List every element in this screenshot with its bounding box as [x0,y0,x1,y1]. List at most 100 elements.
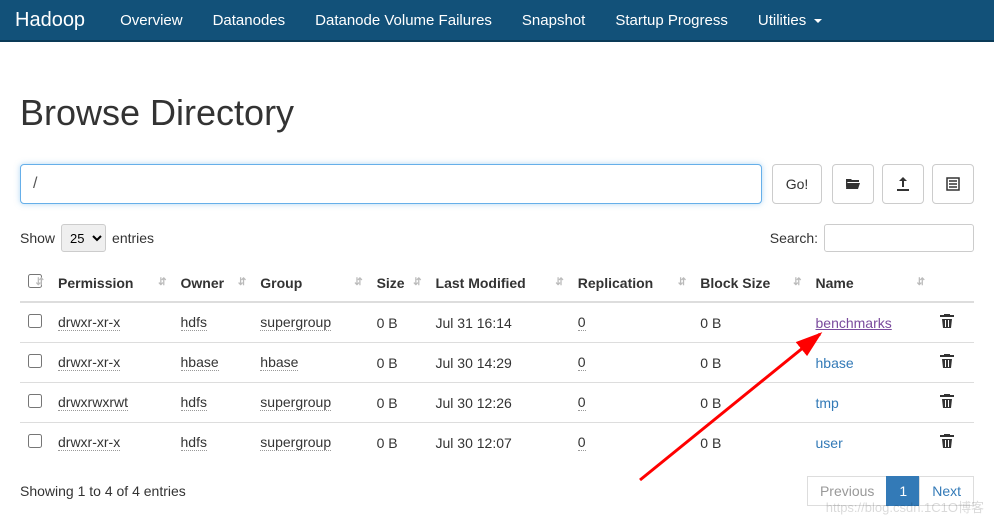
nav-label: Snapshot [522,12,585,29]
name-link[interactable]: benchmarks [816,315,892,331]
permission-cell: drwxr-xr-x [58,314,120,331]
page-title: Browse Directory [20,92,974,134]
name-link[interactable]: hbase [816,355,854,371]
nav-label: Datanode Volume Failures [315,12,492,29]
sort-icon: ⇵ [413,280,421,286]
name-link[interactable]: tmp [816,395,839,411]
watermark: https://blog.csdn.1C1O博客 [826,497,984,516]
chevron-down-icon [814,19,822,23]
table-row: drwxr-xr-x hdfs supergroup 0 B Jul 31 16… [20,302,974,343]
table-row: drwxr-xr-x hbase hbase 0 B Jul 30 14:29 … [20,343,974,383]
upload-button[interactable] [882,164,924,204]
nav-snapshot[interactable]: Snapshot [507,1,600,40]
permission-cell: drwxr-xr-x [58,354,120,371]
nav-utilities[interactable]: Utilities [743,1,838,40]
trash-icon [939,433,955,449]
owner-cell: hdfs [181,434,207,451]
nav-label: Overview [120,12,183,29]
trash-icon [939,313,955,329]
sort-icon: ⇵ [354,280,362,286]
group-cell: supergroup [260,434,331,451]
replication-cell: 0 [578,434,586,451]
size-cell: 0 B [369,343,428,383]
table-controls: Show 25 entries Search: [20,224,974,252]
sort-icon: ⇵ [238,280,246,286]
sort-icon: ⇵ [793,280,801,286]
show-label: Show [20,230,55,246]
size-cell: 0 B [369,423,428,463]
row-checkbox[interactable] [28,394,42,408]
table-info: Showing 1 to 4 of 4 entries [20,483,186,499]
permission-cell: drwxr-xr-x [58,434,120,451]
new-dir-button[interactable] [932,164,974,204]
owner-cell: hdfs [181,394,207,411]
col-modified[interactable]: Last Modified⇵ [428,264,570,302]
search-label: Search: [770,230,818,246]
navbar-brand[interactable]: Hadoop [15,9,85,32]
list-icon [945,176,961,192]
blocksize-cell: 0 B [692,343,807,383]
sort-icon: ⇵ [917,280,925,286]
navbar: Hadoop Overview Datanodes Datanode Volum… [0,0,994,42]
upload-icon [895,176,911,192]
nav-label: Datanodes [213,12,286,29]
owner-cell: hbase [181,354,219,371]
modified-cell: Jul 30 14:29 [428,343,570,383]
trash-icon [939,353,955,369]
show-entries: Show 25 entries [20,224,154,252]
col-group[interactable]: Group⇵ [252,264,368,302]
navbar-menu: Overview Datanodes Datanode Volume Failu… [105,1,837,40]
group-cell: supergroup [260,314,331,331]
delete-button[interactable] [939,316,955,332]
col-blocksize[interactable]: Block Size⇵ [692,264,807,302]
owner-cell: hdfs [181,314,207,331]
search-input[interactable] [824,224,974,252]
modified-cell: Jul 30 12:07 [428,423,570,463]
sort-icon: ⇵ [555,280,563,286]
permission-cell: drwxrwxrwt [58,394,128,411]
entries-label: entries [112,230,154,246]
col-name[interactable]: Name⇵ [808,264,932,302]
delete-button[interactable] [939,396,955,412]
row-checkbox[interactable] [28,434,42,448]
trash-icon [939,393,955,409]
nav-label: Startup Progress [615,12,728,29]
sort-icon: ⇵ [36,280,44,286]
blocksize-cell: 0 B [692,383,807,423]
col-checkbox[interactable]: ⇵ [20,264,50,302]
col-replication[interactable]: Replication⇵ [570,264,693,302]
parent-dir-button[interactable] [832,164,874,204]
replication-cell: 0 [578,314,586,331]
nav-datanodes[interactable]: Datanodes [198,1,301,40]
row-checkbox[interactable] [28,314,42,328]
replication-cell: 0 [578,394,586,411]
blocksize-cell: 0 B [692,423,807,463]
size-cell: 0 B [369,383,428,423]
toolbar-buttons [832,164,974,204]
sort-icon: ⇵ [158,280,166,286]
row-checkbox[interactable] [28,354,42,368]
path-row: Go! [20,164,974,204]
delete-button[interactable] [939,436,955,452]
file-table: ⇵ Permission⇵ Owner⇵ Group⇵ Size⇵ Last M… [20,264,974,462]
path-input[interactable] [20,164,762,204]
col-actions [931,264,974,302]
table-row: drwxrwxrwt hdfs supergroup 0 B Jul 30 12… [20,383,974,423]
search-box: Search: [770,224,974,252]
col-owner[interactable]: Owner⇵ [173,264,253,302]
modified-cell: Jul 31 16:14 [428,302,570,343]
col-permission[interactable]: Permission⇵ [50,264,173,302]
nav-overview[interactable]: Overview [105,1,198,40]
col-size[interactable]: Size⇵ [369,264,428,302]
go-button[interactable]: Go! [772,164,822,204]
group-cell: supergroup [260,394,331,411]
delete-button[interactable] [939,356,955,372]
entries-select[interactable]: 25 [61,224,106,252]
group-cell: hbase [260,354,298,371]
blocksize-cell: 0 B [692,302,807,343]
name-link[interactable]: user [816,435,843,451]
main-container: Browse Directory Go! Show 25 entries Sea… [0,92,994,506]
nav-startup-progress[interactable]: Startup Progress [600,1,743,40]
nav-label: Utilities [758,12,823,29]
nav-volume-failures[interactable]: Datanode Volume Failures [300,1,507,40]
